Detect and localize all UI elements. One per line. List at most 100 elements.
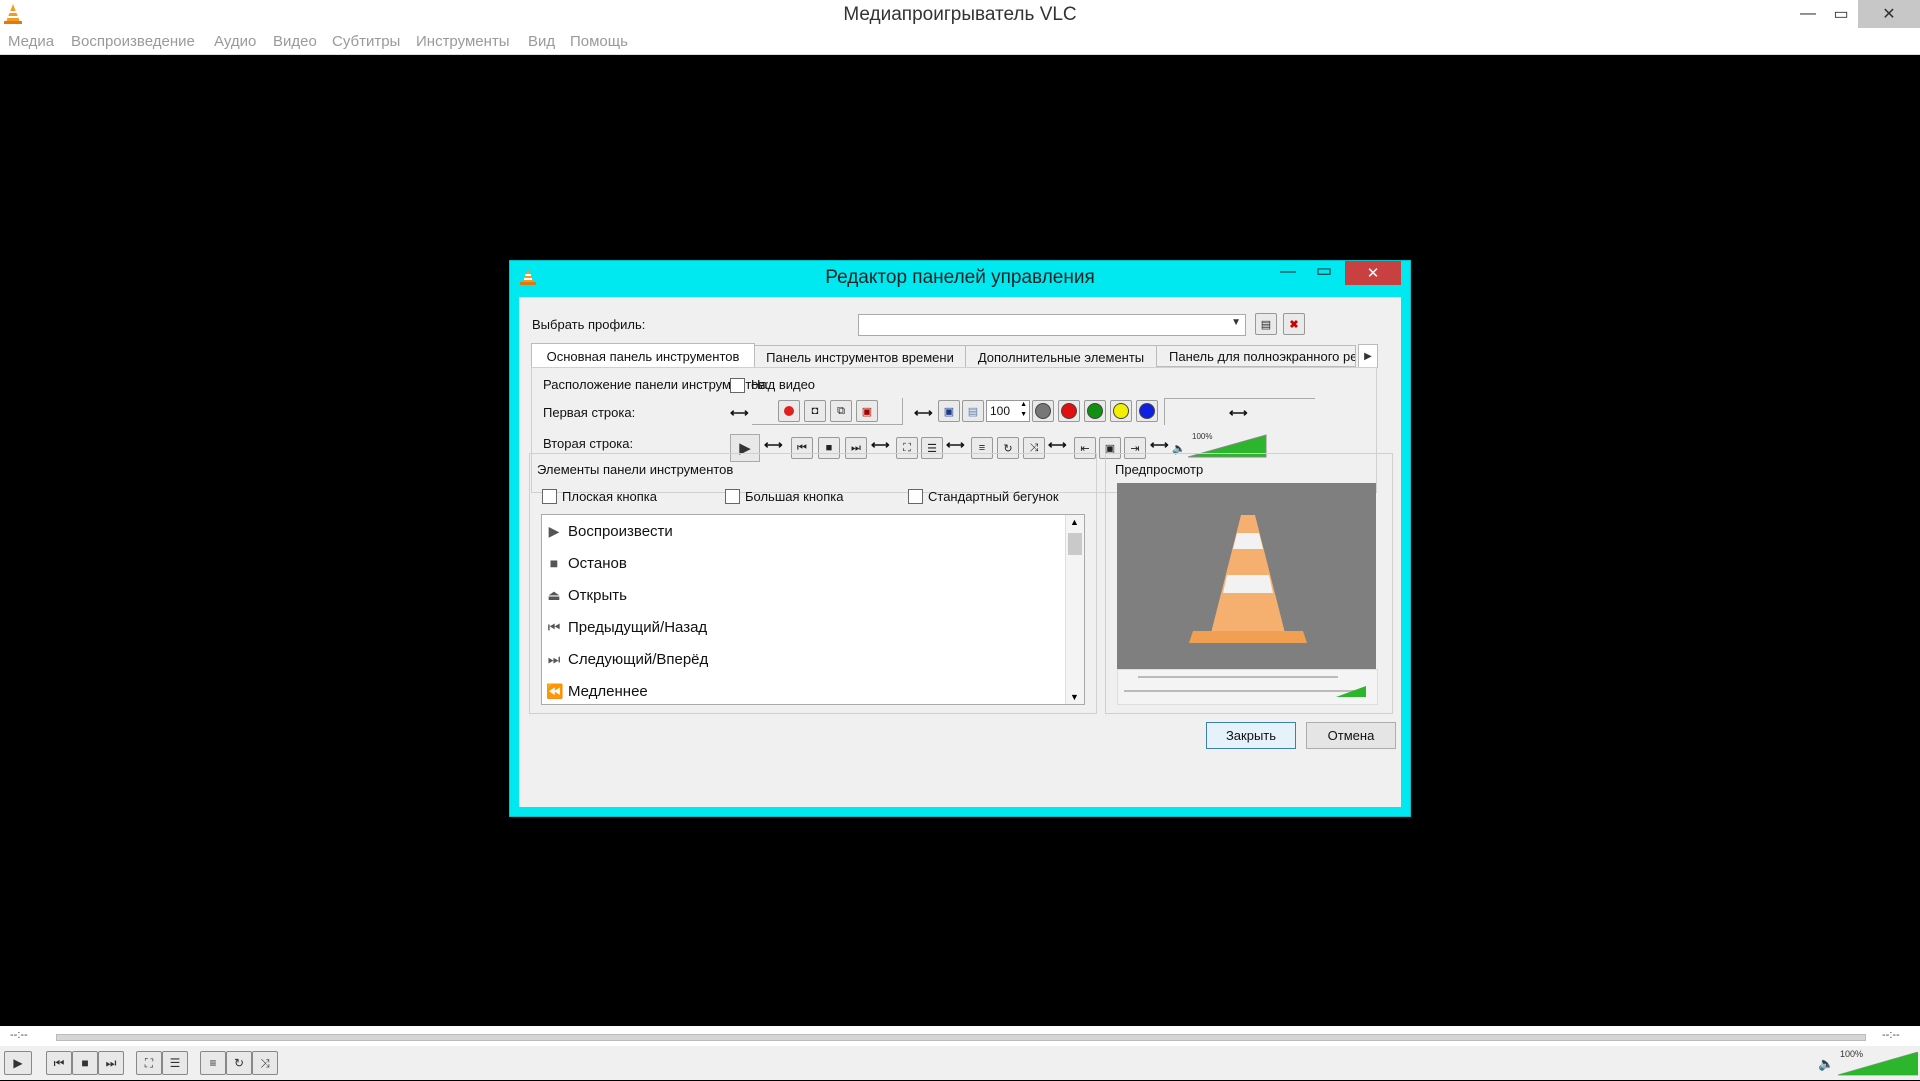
aspect-ratio-button[interactable]: ▤ — [962, 400, 984, 422]
elements-list[interactable]: ▶ Воспроизвести ■ Останов ⏏ Открыть ⏮ Предыд… — [541, 514, 1085, 705]
stop-icon: ■ — [81, 1056, 89, 1070]
list-item[interactable]: ▶ Воспроизвести — [542, 515, 1062, 547]
ab-loop-button[interactable]: ⧉ — [830, 400, 852, 422]
scroll-thumb[interactable] — [1068, 533, 1082, 555]
frame-by-frame-button[interactable]: ▣ — [856, 400, 878, 422]
profile-label: Выбрать профиль: — [532, 317, 646, 332]
title-bar: Медиапроигрыватель VLC — ▭ ✕ — [0, 0, 1920, 30]
menu-playback[interactable]: Воспроизведение — [71, 33, 195, 50]
menu-media[interactable]: Медиа — [8, 33, 54, 50]
tab-main-toolbar[interactable]: Основная панель инструментов — [531, 343, 755, 368]
spin-up-icon[interactable]: ▲ — [1020, 401, 1027, 408]
list-item[interactable]: ⏮ Предыдущий/Назад — [542, 611, 1062, 643]
menu-help[interactable]: Помощь — [570, 33, 628, 50]
fullscreen-icon: ⛶ — [144, 1055, 154, 1070]
save-profile-button[interactable]: ▤ — [1255, 313, 1277, 335]
red-dot-icon — [1061, 403, 1077, 419]
dialog-maximize-button[interactable]: ▭ — [1316, 261, 1332, 281]
volume-slider[interactable]: 100% — [1837, 1049, 1919, 1076]
spacer-icon[interactable]: ⟷ — [871, 437, 890, 453]
blue-button[interactable] — [1136, 400, 1158, 422]
video-window-button[interactable]: ▣ — [938, 400, 960, 422]
above-video-label: Над видео — [751, 377, 816, 392]
ab-loop-icon: ⧉ — [837, 404, 845, 417]
scroll-up-icon[interactable]: ▲ — [1070, 517, 1079, 527]
preview-toolbar-thumbnail — [1117, 669, 1378, 705]
list-item[interactable]: ■ Останов — [542, 547, 1062, 579]
grey-button[interactable] — [1032, 400, 1054, 422]
list-scrollbar[interactable]: ▲ ▼ — [1065, 515, 1084, 704]
save-icon: ▤ — [1260, 318, 1272, 331]
next-button[interactable]: ⏭ — [98, 1051, 124, 1075]
cancel-button[interactable]: Отмена — [1306, 722, 1396, 749]
spacer-icon[interactable]: ⟷ — [764, 437, 783, 453]
spacer-icon[interactable]: ⟷ — [730, 405, 749, 421]
tab-advanced-widgets[interactable]: Дополнительные элементы — [965, 345, 1157, 369]
loop-icon: ↻ — [233, 1056, 245, 1070]
tab-fullscreen-controller[interactable]: Панель для полноэкранного ре — [1156, 345, 1356, 367]
stop-button[interactable]: ■ — [72, 1051, 98, 1075]
volume-percent: 100% — [1192, 432, 1213, 441]
menu-audio[interactable]: Аудио — [214, 33, 256, 50]
above-video-checkbox[interactable] — [730, 378, 745, 393]
maximize-button[interactable]: ▭ — [1822, 0, 1860, 28]
menu-subtitles[interactable]: Субтитры — [332, 33, 400, 50]
control-bar: ▶ ⏮ ■ ⏭ ⛶ ☰ ≡ ↻ ⤨ 🔈 100% — [0, 1046, 1920, 1080]
window-title: Медиапроигрыватель VLC — [843, 4, 1077, 25]
delete-profile-button[interactable]: ✖ — [1283, 313, 1305, 335]
menu-tools[interactable]: Инструменты — [416, 33, 510, 50]
spacer-icon[interactable]: ⟷ — [914, 405, 933, 421]
tab-scroll-right-button[interactable]: ▶ — [1358, 344, 1378, 368]
red-button[interactable] — [1058, 400, 1080, 422]
list-item[interactable]: ⏭ Следующий/Вперёд — [542, 643, 1062, 675]
speaker-icon[interactable]: 🔈 — [1818, 1056, 1834, 1072]
seek-slider[interactable] — [56, 1034, 1866, 1041]
scroll-down-icon[interactable]: ▼ — [1070, 692, 1079, 702]
window-icon: ▣ — [943, 405, 955, 418]
row1-group-2: ⟷ — [1164, 398, 1315, 425]
menu-view[interactable]: Вид — [528, 33, 555, 50]
previous-button[interactable]: ⏮ — [46, 1051, 72, 1075]
shuffle-icon: ⤨ — [260, 1055, 270, 1070]
zoom-spinbox[interactable]: 100 ▲ ▼ — [986, 400, 1030, 422]
shuffle-button[interactable]: ⤨ — [252, 1051, 278, 1075]
snapshot-button[interactable]: ◘ — [804, 400, 826, 422]
spacer-icon[interactable]: ⟷ — [1048, 437, 1067, 453]
menu-video[interactable]: Видео — [273, 33, 317, 50]
list-item[interactable]: ⏏ Открыть — [542, 579, 1062, 611]
tab-time-toolbar[interactable]: Панель инструментов времени — [754, 345, 966, 369]
row2-label: Вторая строка: — [543, 436, 634, 451]
dialog-minimize-button[interactable]: — — [1280, 263, 1296, 281]
record-button[interactable] — [778, 400, 800, 422]
fullscreen-button[interactable]: ⛶ — [136, 1051, 162, 1075]
preview-label: Предпросмотр — [1115, 462, 1204, 477]
close-button[interactable]: ✕ — [1858, 0, 1920, 28]
spin-down-icon[interactable]: ▼ — [1020, 411, 1027, 418]
next-icon: ⏭ — [105, 1055, 117, 1070]
dialog-title: Редактор панелей управления — [825, 267, 1095, 288]
flat-button-checkbox[interactable] — [542, 489, 557, 504]
native-slider-checkbox[interactable] — [908, 489, 923, 504]
spacer-icon[interactable]: ⟷ — [946, 437, 965, 453]
yellow-button[interactable] — [1110, 400, 1132, 422]
extended-settings-button[interactable]: ☰ — [162, 1051, 188, 1075]
loop-button[interactable]: ↻ — [226, 1051, 252, 1075]
spacer-icon[interactable]: ⟷ — [1150, 437, 1169, 453]
big-button-checkbox[interactable] — [725, 489, 740, 504]
play-icon: ▶ — [548, 522, 560, 539]
playlist-button[interactable]: ≡ — [200, 1051, 226, 1075]
spacer-icon[interactable]: ⟷ — [1229, 405, 1248, 421]
playlist-icon: ≡ — [209, 1056, 217, 1070]
elements-group-label: Элементы панели инструментов — [537, 462, 734, 477]
blue-dot-icon — [1139, 403, 1155, 419]
profile-combobox[interactable]: ▼ — [858, 314, 1246, 336]
green-button[interactable] — [1084, 400, 1106, 422]
previous-icon: ⏮ — [547, 618, 561, 635]
play-button[interactable]: ▶ — [4, 1051, 32, 1075]
close-dialog-button[interactable]: Закрыть — [1206, 722, 1296, 749]
delete-icon: ✖ — [1289, 318, 1299, 331]
play-icon: ▶ — [13, 1056, 23, 1070]
dialog-close-button[interactable]: ✕ — [1345, 261, 1401, 285]
vlc-cone-icon — [1189, 515, 1307, 643]
list-item[interactable]: ⏪ Медленнее — [542, 675, 1062, 704]
